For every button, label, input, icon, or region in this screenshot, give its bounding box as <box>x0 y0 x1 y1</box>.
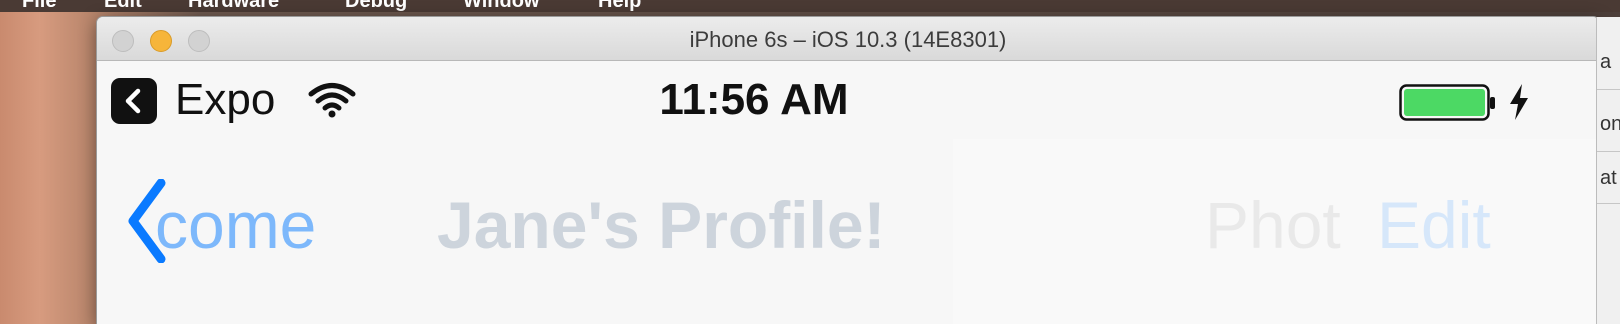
menu-window[interactable]: Window <box>463 0 539 12</box>
nav-title: Jane's Profile! <box>437 188 886 262</box>
battery-icon <box>1399 84 1495 121</box>
menu-help[interactable]: Help <box>598 0 641 12</box>
menu-edit[interactable]: Edit <box>104 0 142 12</box>
ios-navigation-bar: come Jane's Profile! Phot Edit <box>97 139 1599 324</box>
macos-menu-bar: File Edit Hardware Debug Window Help <box>0 0 1620 12</box>
window-title: iPhone 6s – iOS 10.3 (14E8301) <box>689 27 1007 52</box>
menu-file[interactable]: File <box>22 0 56 12</box>
menu-debug[interactable]: Debug <box>345 0 407 12</box>
background-text-fragment: a <box>1600 51 1612 73</box>
charging-bolt-icon <box>1510 84 1528 120</box>
ios-status-bar: Expo 11:56 AM <box>97 61 1599 139</box>
menu-hardware[interactable]: Hardware <box>188 0 279 12</box>
back-button-label[interactable]: come <box>155 187 316 263</box>
window-titlebar[interactable]: iPhone 6s – iOS 10.3 (14E8301) <box>97 17 1599 61</box>
background-text-fragment: on <box>1600 113 1620 135</box>
edit-button[interactable]: Edit <box>1377 187 1491 263</box>
divider <box>1597 151 1620 152</box>
transition-ghost-title: Phot <box>1205 188 1341 262</box>
background-text-fragment: at <box>1600 167 1617 189</box>
status-clock: 11:56 AM <box>659 75 849 124</box>
divider <box>1597 89 1620 90</box>
background-window-edge: a on at <box>1596 17 1620 324</box>
simulator-window: iPhone 6s – iOS 10.3 (14E8301) Expo 11:5… <box>97 17 1599 324</box>
divider <box>1597 203 1620 204</box>
